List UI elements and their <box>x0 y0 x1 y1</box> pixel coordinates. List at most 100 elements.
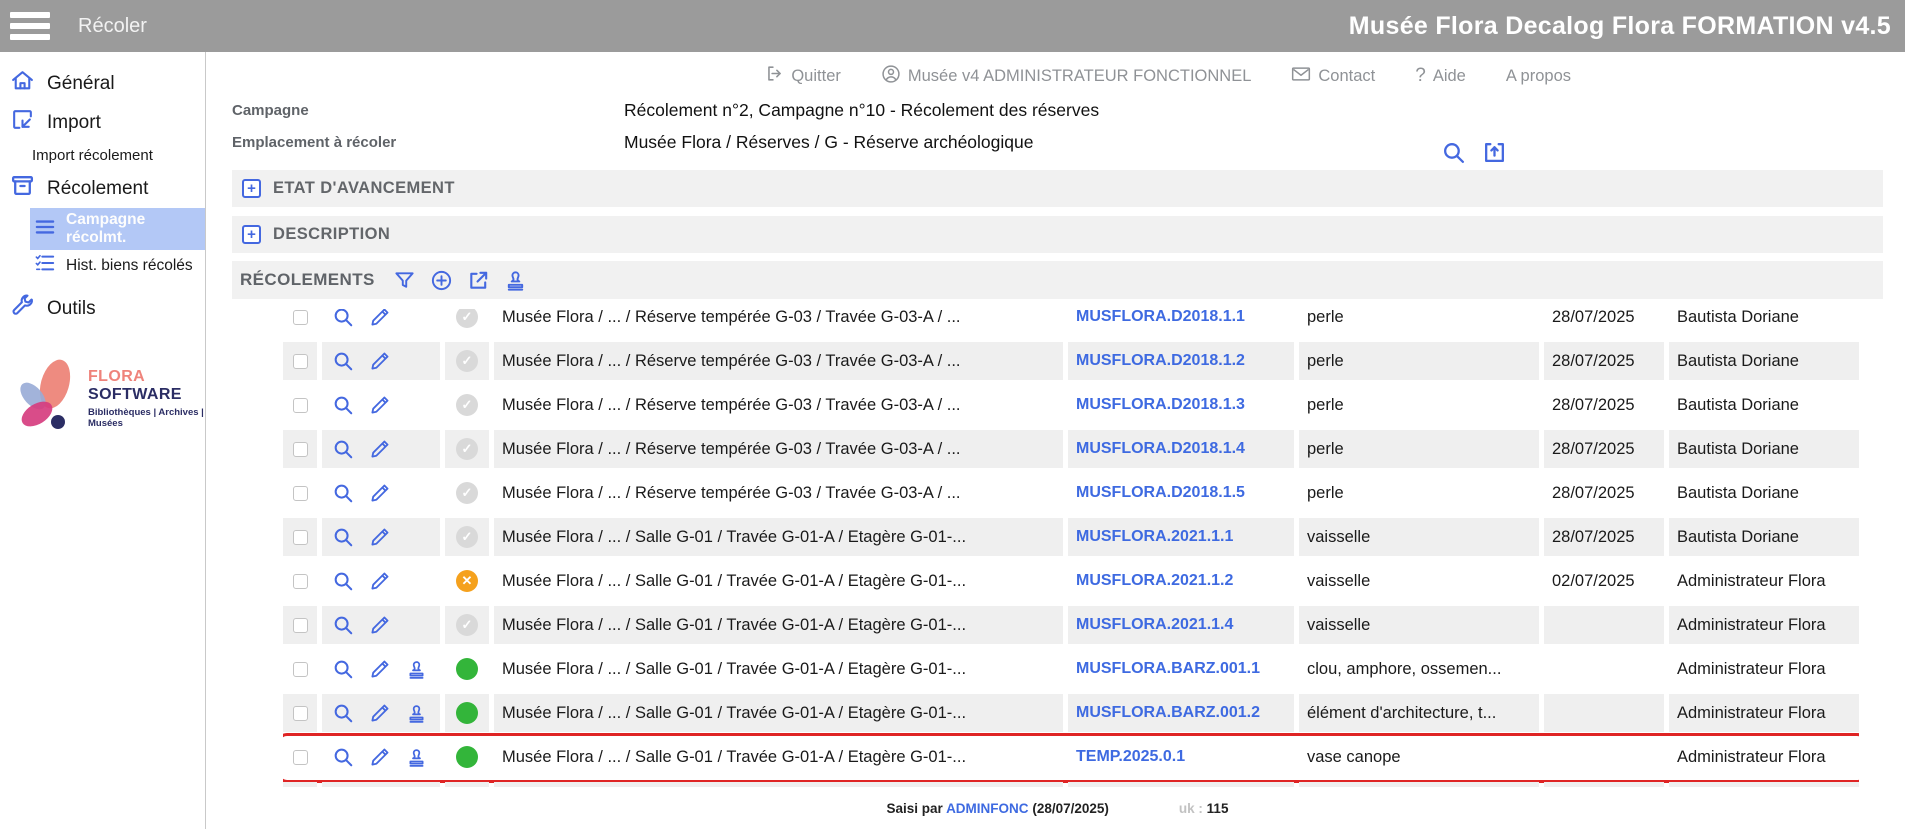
row-object: vase canope <box>1299 738 1539 776</box>
table-row: ✓ Musée Flora / ... / Réserve tempérée G… <box>283 309 1859 339</box>
emplacement-label: Emplacement à récoler <box>232 134 624 151</box>
view-record-icon[interactable] <box>332 394 354 416</box>
stamp-icon[interactable] <box>504 269 527 292</box>
row-id[interactable]: MUSFLORA.2021.1.1 <box>1068 518 1294 556</box>
row-date: 28/07/2025 <box>1544 342 1664 380</box>
row-user <box>1669 782 1859 787</box>
sidebar-item-label: Récolement <box>47 178 148 200</box>
sidebar-item-recolement[interactable]: Récolement <box>0 169 205 208</box>
row-location: Musée Flora / ... / Salle G-01 / Travée … <box>494 562 1063 600</box>
status-check-icon: ✓ <box>456 309 478 328</box>
edit-pencil-icon[interactable] <box>369 614 391 636</box>
status-green-icon <box>456 658 478 680</box>
expand-plus-icon[interactable]: + <box>242 179 261 198</box>
row-checkbox[interactable] <box>293 354 308 369</box>
row-id[interactable]: MUSFLORA.BARZ.001.2 <box>1068 694 1294 732</box>
section-description[interactable]: + DESCRIPTION <box>232 216 1883 253</box>
row-id[interactable]: MUSFLORA.2021.1.2 <box>1068 562 1294 600</box>
add-icon[interactable] <box>430 269 453 292</box>
view-record-icon[interactable] <box>332 309 354 328</box>
edit-pencil-icon[interactable] <box>369 658 391 680</box>
row-id[interactable] <box>1068 782 1294 787</box>
row-checkbox[interactable] <box>293 750 308 765</box>
view-record-icon[interactable] <box>332 526 354 548</box>
hamburger-menu-icon[interactable] <box>10 12 50 40</box>
stamp-icon[interactable] <box>406 703 427 724</box>
filter-icon[interactable] <box>393 269 416 292</box>
row-checkbox[interactable] <box>293 486 308 501</box>
stamp-icon[interactable] <box>406 747 427 768</box>
a-propos-button[interactable]: A propos <box>1506 67 1571 86</box>
row-id[interactable]: MUSFLORA.D2018.1.4 <box>1068 430 1294 468</box>
edit-pencil-icon[interactable] <box>369 438 391 460</box>
export-window-icon[interactable] <box>1482 140 1507 170</box>
status-check-icon: ✓ <box>456 350 478 372</box>
recolements-title: RÉCOLEMENTS <box>240 270 375 290</box>
edit-pencil-icon[interactable] <box>369 482 391 504</box>
sidebar-item-campagne-recolmt[interactable]: Campagne récolmt. <box>30 208 205 250</box>
row-user: Administrateur Flora <box>1669 650 1859 688</box>
row-checkbox[interactable] <box>293 530 308 545</box>
row-user: Administrateur Flora <box>1669 606 1859 644</box>
row-checkbox[interactable] <box>293 310 308 325</box>
row-location: Musée Flora / ... / Salle G-01 / Travée … <box>494 606 1063 644</box>
row-location: Musée Flora / ... / Salle G-01 / Travée … <box>494 650 1063 688</box>
row-user: Bautista Doriane <box>1669 518 1859 556</box>
aide-button[interactable]: ? Aide <box>1415 65 1466 87</box>
edit-pencil-icon[interactable] <box>369 746 391 768</box>
row-id[interactable]: MUSFLORA.D2018.1.1 <box>1068 309 1294 336</box>
view-record-icon[interactable] <box>332 702 354 724</box>
view-record-icon[interactable] <box>332 746 354 768</box>
home-icon <box>10 68 35 99</box>
row-id[interactable]: MUSFLORA.2021.1.4 <box>1068 606 1294 644</box>
edit-pencil-icon[interactable] <box>369 350 391 372</box>
section-etat-avancement[interactable]: + ETAT D'AVANCEMENT <box>232 170 1883 207</box>
edit-pencil-icon[interactable] <box>369 526 391 548</box>
row-date <box>1544 782 1664 787</box>
view-record-icon[interactable] <box>332 570 354 592</box>
row-checkbox[interactable] <box>293 442 308 457</box>
row-date: 28/07/2025 <box>1544 386 1664 424</box>
row-checkbox[interactable] <box>293 398 308 413</box>
table-row: ✓ <box>283 779 1859 787</box>
expand-plus-icon[interactable]: + <box>242 225 261 244</box>
sidebar-item-import-recolement[interactable]: Import récolement <box>0 142 205 169</box>
contact-button[interactable]: Contact <box>1291 66 1375 87</box>
row-id[interactable]: MUSFLORA.D2018.1.5 <box>1068 474 1294 512</box>
sidebar-item-hist-biens-recoles[interactable]: Hist. biens récolés <box>0 250 205 281</box>
row-id[interactable]: TEMP.2025.0.1 <box>1068 738 1294 776</box>
row-checkbox[interactable] <box>293 662 308 677</box>
view-record-icon[interactable] <box>332 614 354 636</box>
row-checkbox[interactable] <box>293 618 308 633</box>
archive-box-icon <box>10 173 35 204</box>
row-checkbox[interactable] <box>293 706 308 721</box>
view-record-icon[interactable] <box>332 482 354 504</box>
quitter-button[interactable]: Quitter <box>765 64 841 88</box>
row-object: perle <box>1299 474 1539 512</box>
stamp-icon[interactable] <box>406 659 427 680</box>
status-check-icon: ✓ <box>456 614 478 636</box>
edit-pencil-icon[interactable] <box>369 394 391 416</box>
row-id[interactable]: MUSFLORA.BARZ.001.1 <box>1068 650 1294 688</box>
view-record-icon[interactable] <box>332 438 354 460</box>
edit-pencil-icon[interactable] <box>369 309 391 328</box>
search-icon[interactable] <box>1441 140 1466 170</box>
view-record-icon[interactable] <box>332 350 354 372</box>
row-id[interactable]: MUSFLORA.D2018.1.2 <box>1068 342 1294 380</box>
list-lines-icon <box>34 218 56 241</box>
row-checkbox[interactable] <box>293 574 308 589</box>
import-icon <box>10 107 35 138</box>
open-external-icon[interactable] <box>467 269 490 292</box>
flora-petals-icon <box>10 356 84 441</box>
row-object: perle <box>1299 386 1539 424</box>
saisi-par-user-link[interactable]: ADMINFONC <box>946 801 1029 816</box>
edit-pencil-icon[interactable] <box>369 570 391 592</box>
sidebar-item-outils[interactable]: Outils <box>0 289 205 328</box>
page-actions <box>1441 140 1507 170</box>
current-user[interactable]: Musée v4 ADMINISTRATEUR FONCTIONNEL <box>881 64 1252 89</box>
edit-pencil-icon[interactable] <box>369 702 391 724</box>
sidebar-item-import[interactable]: Import <box>0 103 205 142</box>
sidebar-item-general[interactable]: Général <box>0 64 205 103</box>
row-id[interactable]: MUSFLORA.D2018.1.3 <box>1068 386 1294 424</box>
view-record-icon[interactable] <box>332 658 354 680</box>
